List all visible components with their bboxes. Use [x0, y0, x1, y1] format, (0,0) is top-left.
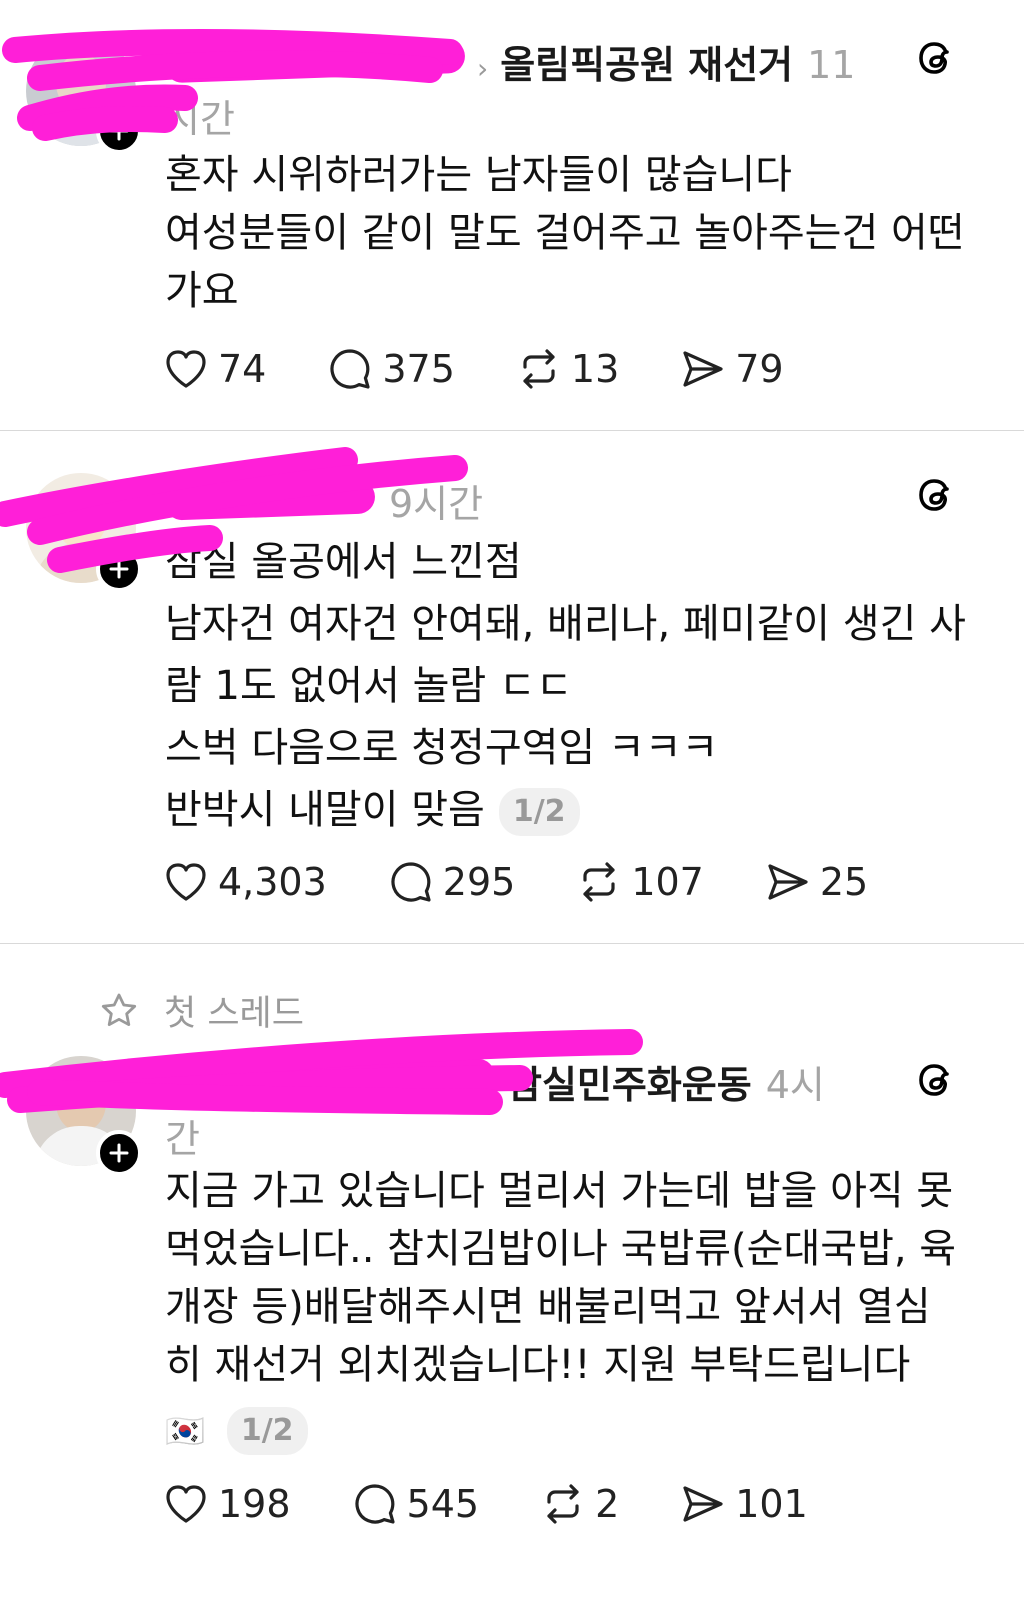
post-2[interactable]: 9시간 잠실 올공에서 느낀점 남자건 여자건 안여돼, 배리나, 페미같이 생…	[0, 431, 1024, 943]
post-line: 혼자 시위하러가는 남자들이 많습니다	[165, 152, 792, 198]
plus-icon	[109, 121, 129, 141]
first-thread-text: 첫 스레드	[164, 994, 304, 1034]
post-1[interactable]: › 올림픽공원 재선거 11 시간 혼자 시위하러가는 남자들이 많습니다 여성…	[0, 0, 1024, 430]
comment-button[interactable]: 375	[326, 345, 455, 393]
post-line: 히 재선거 외치겠습니다!! 지원 부탁드립니다	[165, 1342, 911, 1388]
share-count: 79	[735, 347, 784, 391]
repost-button[interactable]: 2	[539, 1480, 619, 1528]
post-time-continued: 시간	[165, 97, 235, 141]
send-icon	[768, 864, 808, 900]
comment-bubble-icon	[391, 862, 431, 902]
repost-count: 13	[570, 347, 620, 391]
chevron-right-icon: ›	[477, 52, 489, 85]
comment-button[interactable]: 295	[387, 858, 516, 906]
follow-button[interactable]	[96, 108, 142, 154]
send-icon	[683, 351, 723, 387]
threads-logo-icon[interactable]	[914, 1058, 958, 1102]
share-count: 25	[819, 860, 869, 904]
post-line: 잠실 올공에서 느낀점	[165, 539, 522, 585]
comment-bubble-icon	[330, 349, 370, 389]
post-header: 잠실민주화운동 4시	[164, 1054, 944, 1109]
repost-button[interactable]: 13	[515, 345, 619, 393]
comment-count: 375	[382, 347, 455, 391]
flag-emoji: 🇰🇷	[165, 1412, 205, 1450]
avatar-face-shape	[56, 491, 106, 549]
action-bar: 4,303 295 107 25	[162, 858, 928, 906]
post-line: 개장 등)배달해주시면 배불리먹고 앞서서 열심	[165, 1284, 931, 1330]
like-button[interactable]: 198	[162, 1480, 291, 1528]
post-3[interactable]: 잠실민주화운동 4시 간 지금 가고 있습니다 멀리서 가는데 밥을 아직 못 …	[0, 1040, 1024, 1614]
like-count: 74	[218, 347, 267, 391]
plus-icon	[109, 559, 129, 579]
repost-button[interactable]: 107	[575, 858, 704, 906]
threads-logo-icon[interactable]	[914, 36, 958, 80]
post-body: 혼자 시위하러가는 남자들이 많습니다 여성분들이 같이 말도 걸어주고 놀아주…	[165, 146, 965, 320]
post-line: 가요	[165, 268, 239, 314]
repost-icon	[547, 1484, 579, 1524]
avatar-face-shape	[56, 54, 106, 112]
post-line: 지금 가고 있습니다 멀리서 가는데 밥을 아직 못	[165, 1168, 954, 1214]
share-button[interactable]: 79	[679, 345, 784, 393]
star-icon	[101, 993, 137, 1026]
post-header: › 올림픽공원 재선거 11	[164, 34, 944, 89]
avatar-face-shape	[56, 1074, 106, 1132]
heart-icon	[166, 1485, 206, 1523]
post-time: 4시	[765, 1063, 825, 1107]
repost-icon	[583, 862, 615, 902]
topic-link[interactable]: 올림픽공원 재선거	[500, 34, 793, 89]
share-button[interactable]: 101	[679, 1480, 808, 1528]
post-line-last: 반박시 내말이 맞음 1/2	[165, 779, 965, 841]
like-count: 4,303	[218, 860, 327, 904]
post-line: 여성분들이 같이 말도 걸어주고 놀아주는건 어떤	[165, 210, 965, 256]
post-body: 지금 가고 있습니다 멀리서 가는데 밥을 아직 못 먹었습니다.. 참치김밥이…	[165, 1162, 965, 1460]
page-indicator: 1/2	[498, 788, 580, 836]
action-bar: 198 545 2 101	[162, 1480, 868, 1528]
threads-logo-icon[interactable]	[914, 473, 958, 517]
post-line: 스벅 다음으로 청정구역임 ㅋㅋㅋ	[165, 725, 719, 771]
heart-icon	[166, 863, 206, 901]
post-body: 잠실 올공에서 느낀점 남자건 여자건 안여돼, 배리나, 페미같이 생긴 사 …	[165, 531, 966, 841]
like-button[interactable]: 4,303	[162, 858, 327, 906]
username-redacted[interactable]	[164, 479, 376, 521]
username-redacted[interactable]	[164, 1058, 496, 1104]
comment-button[interactable]: 545	[351, 1480, 480, 1528]
comment-count: 545	[406, 1482, 480, 1526]
post-line-flag: 🇰🇷 1/2	[165, 1400, 965, 1460]
page-indicator: 1/2	[226, 1407, 308, 1455]
share-button[interactable]: 25	[764, 858, 868, 906]
repost-icon	[523, 349, 555, 389]
repost-count: 2	[595, 1482, 620, 1526]
post-time: 11	[807, 43, 856, 87]
post-time-continued: 간	[165, 1117, 200, 1161]
username-redacted[interactable]	[164, 38, 466, 84]
post-time: 9시간	[389, 482, 484, 526]
topic-link[interactable]: 잠실민주화운동	[507, 1054, 752, 1109]
heart-icon	[166, 350, 206, 388]
repost-count: 107	[631, 860, 704, 904]
plus-icon	[109, 1143, 129, 1163]
follow-button[interactable]	[96, 546, 142, 592]
like-button[interactable]: 74	[162, 345, 266, 393]
comment-bubble-icon	[354, 1484, 395, 1524]
comment-count: 295	[442, 860, 516, 904]
send-icon	[683, 1486, 723, 1522]
action-bar: 74 375 13 79	[162, 345, 844, 393]
post-line-text: 반박시 내말이 맞음	[165, 787, 485, 833]
post-header: 9시간	[164, 473, 944, 528]
first-thread-label: 첫 스레드	[100, 985, 304, 1036]
share-count: 101	[735, 1482, 808, 1526]
like-count: 198	[218, 1482, 291, 1526]
post-divider	[0, 943, 1024, 944]
post-line: 먹었습니다.. 참치김밥이나 국밥류(순대국밥, 육	[165, 1226, 957, 1272]
follow-button[interactable]	[96, 1130, 142, 1176]
post-line: 남자건 여자건 안여돼, 배리나, 페미같이 생긴 사	[165, 601, 966, 647]
post-line: 람 1도 없어서 놀람 ㄷㄷ	[165, 663, 573, 709]
